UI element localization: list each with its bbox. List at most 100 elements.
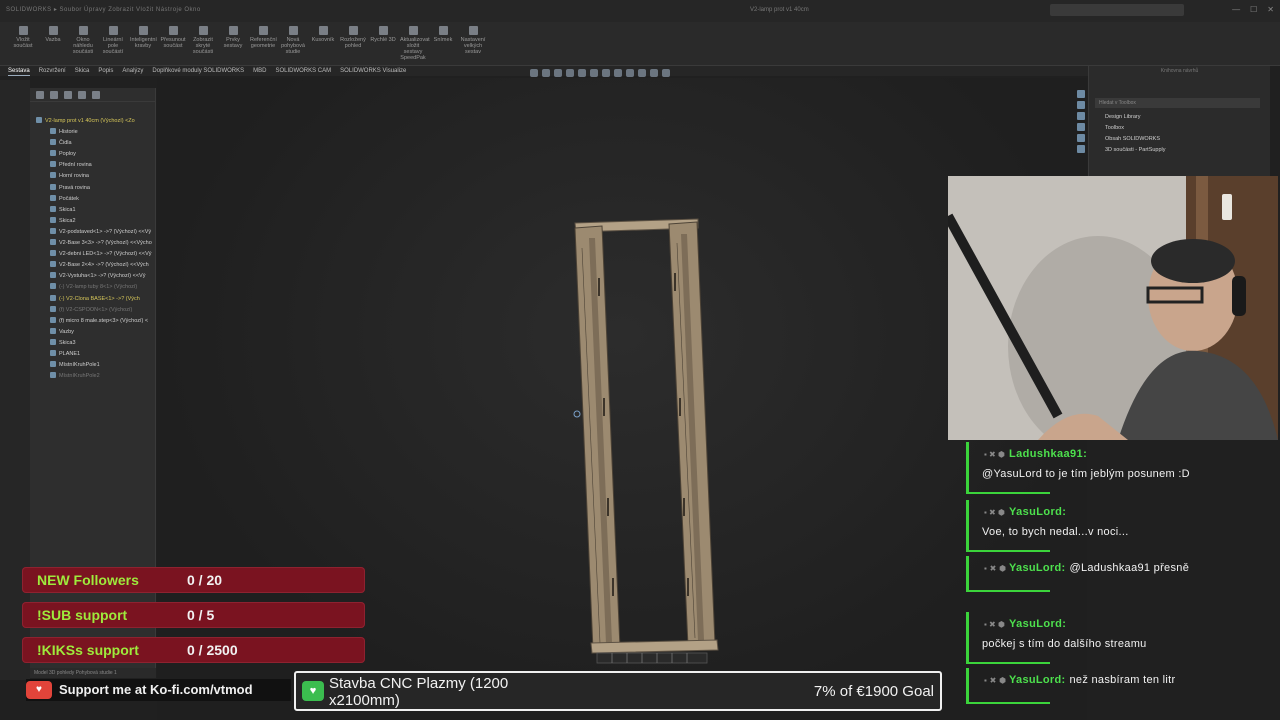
view-orientation-icon[interactable] xyxy=(578,69,586,77)
design-library-item[interactable]: Toolbox xyxy=(1089,123,1270,134)
feature-tree-item[interactable]: V2-podstaved<1> ->? (Výchozí) <<Vý xyxy=(30,227,155,238)
feature-tree-item[interactable]: Skica3 xyxy=(30,338,155,349)
feature-tree-item[interactable]: PLANE1 xyxy=(30,349,155,360)
property-manager-icon[interactable] xyxy=(50,91,58,99)
ribbon-tool[interactable]: Nastavení velkých sestav xyxy=(460,26,486,58)
ribbon-tool[interactable]: Rozložený pohled xyxy=(340,26,366,58)
feature-tree-item[interactable]: Pravá rovina xyxy=(30,183,155,194)
appearances-icon[interactable] xyxy=(1077,134,1085,142)
feature-tree-item[interactable]: MístníKruhPole2 xyxy=(30,371,155,382)
feature-tree-item[interactable]: Čidla xyxy=(30,138,155,149)
feature-icon xyxy=(50,372,56,379)
tab-8[interactable]: SOLIDWORKS Visualize xyxy=(340,66,406,76)
design-library-item[interactable]: Design Library xyxy=(1089,112,1270,123)
feature-label: V2-podstaved<1> ->? (Výchozí) <<Vý xyxy=(59,228,152,235)
minimize-icon[interactable]: — xyxy=(1232,5,1240,14)
ribbon-tool[interactable]: Kusovník xyxy=(310,26,336,58)
feature-tree-item[interactable]: Historie xyxy=(30,127,155,138)
previous-view-icon[interactable] xyxy=(554,69,562,77)
tab-3[interactable]: Popis xyxy=(98,66,113,76)
ribbon-tool[interactable]: Referenční geometrie xyxy=(250,26,277,58)
feature-tree-item[interactable]: (f) micro 8 male.step<3> (Výchozí) < xyxy=(30,316,155,327)
view-settings-icon[interactable] xyxy=(638,69,646,77)
ribbon-tool[interactable]: Snímek xyxy=(430,26,456,58)
file-explorer-icon[interactable] xyxy=(1077,112,1085,120)
feature-label: Čidla xyxy=(59,140,72,147)
ribbon-tool[interactable]: Přesunout součást xyxy=(160,26,186,58)
ribbon-tool[interactable]: Prvky sestavy xyxy=(220,26,246,58)
frame-base xyxy=(596,652,708,664)
design-library-item[interactable]: 3D součásti - PartSupply xyxy=(1089,145,1270,156)
menu-bar[interactable]: SOLIDWORKS ▸ Soubor Úpravy Zobrazit Vlož… xyxy=(6,6,201,13)
ribbon-tool[interactable]: Lineární pole součástí xyxy=(100,26,126,58)
ribbon-tool[interactable]: Vazba xyxy=(40,26,66,58)
feature-icon xyxy=(50,172,56,179)
tool-icon xyxy=(468,26,478,35)
feature-tree-item[interactable]: V2-lamp prot v1 40cm (Výchozí) <Zo xyxy=(30,116,155,127)
view-palette-icon[interactable] xyxy=(1077,123,1085,131)
dim-xpert-icon[interactable] xyxy=(78,91,86,99)
feature-icon xyxy=(50,261,56,268)
feature-tree-item[interactable]: Přední rovina xyxy=(30,160,155,171)
feature-tree-item[interactable]: MístníKruhPole1 xyxy=(30,360,155,371)
ribbon-tool[interactable]: Inteligentní kravby xyxy=(130,26,157,58)
feature-tree-item[interactable]: Skica1 xyxy=(30,205,155,216)
zoom-fit-icon[interactable] xyxy=(530,69,538,77)
tab-0[interactable]: Sestava xyxy=(8,66,30,76)
feature-tree-item[interactable]: V2-debni LED<1> ->? (Výchozí) <<Vý xyxy=(30,249,155,260)
chat-header: ▪ ✖ ⬢ YasuLord: xyxy=(984,618,1066,630)
chat-username[interactable]: YasuLord: xyxy=(1009,618,1066,630)
maximize-icon[interactable]: ☐ xyxy=(1250,5,1257,14)
ribbon-tool[interactable]: Zobrazit skryté součásti xyxy=(190,26,216,58)
feature-tree-item[interactable]: V2-Base 2<4> ->? (Výchozí) <<Vých xyxy=(30,260,155,271)
feature-icon xyxy=(50,194,56,201)
edit-appearance-icon[interactable] xyxy=(614,69,622,77)
ribbon-tool[interactable]: Vložit součást xyxy=(10,26,36,58)
custom-properties-icon[interactable] xyxy=(1077,145,1085,153)
feature-icon xyxy=(50,361,56,368)
chat-username[interactable]: YasuLord: xyxy=(1009,562,1066,574)
resources-icon[interactable] xyxy=(1077,90,1085,98)
display-manager-icon[interactable] xyxy=(92,91,100,99)
feature-tree-item[interactable]: V2-Vystuha<1> ->? (Výchozí) <<Vý xyxy=(30,271,155,282)
scene-icon[interactable] xyxy=(626,69,634,77)
bottom-tabs[interactable]: Model 3D pohledy Pohybová studie 1 xyxy=(30,668,156,678)
tab-7[interactable]: SOLIDWORKS CAM xyxy=(275,66,331,76)
configuration-manager-icon[interactable] xyxy=(64,91,72,99)
close-icon[interactable]: ✕ xyxy=(1267,5,1274,14)
design-library-item[interactable]: Obsah SOLIDWORKS xyxy=(1089,134,1270,145)
feature-manager-icon[interactable] xyxy=(36,91,44,99)
feature-tree-item[interactable]: Poploy xyxy=(30,149,155,160)
design-library-icon[interactable] xyxy=(1077,101,1085,109)
chat-accent-line xyxy=(966,668,969,704)
feature-tree-item[interactable]: (-) V2-Clona BASE<1> ->? (Vých xyxy=(30,294,155,305)
display-style-icon[interactable] xyxy=(590,69,598,77)
toolbox-search[interactable]: Hledat v Toolbox xyxy=(1095,98,1260,108)
chat-username[interactable]: Ladushkaa91: xyxy=(1009,448,1087,460)
search-box[interactable] xyxy=(1050,4,1184,16)
hide-show-icon[interactable] xyxy=(602,69,610,77)
tab-2[interactable]: Skica xyxy=(75,66,90,76)
tab-1[interactable]: Rozvržení xyxy=(39,66,66,76)
feature-tree-item[interactable]: Horní rovina xyxy=(30,171,155,182)
tab-6[interactable]: MBD xyxy=(253,66,266,76)
tool-icon xyxy=(48,26,58,35)
tab-4[interactable]: Analýzy xyxy=(122,66,143,76)
chat-username[interactable]: YasuLord: xyxy=(1009,674,1066,686)
tab-5[interactable]: Doplňkové moduly SOLIDWORKS xyxy=(152,66,244,76)
zoom-area-icon[interactable] xyxy=(542,69,550,77)
feature-tree-item[interactable]: (f) V2-CSPOON<1> (Výchozí) xyxy=(30,305,155,316)
feature-tree-item[interactable]: V2-Base 3<3> ->? (Výchozí) <<Výcho xyxy=(30,238,155,249)
monitor-icon[interactable] xyxy=(662,69,670,77)
ribbon-tool[interactable]: Aktualizovat složit sestavy SpeedPak xyxy=(400,26,430,61)
feature-tree-item[interactable]: Skica2 xyxy=(30,216,155,227)
ribbon-tool[interactable]: Rychlé 3D xyxy=(370,26,396,58)
feature-tree-item[interactable]: Vazby xyxy=(30,327,155,338)
feature-tree-item[interactable]: Počátek xyxy=(30,194,155,205)
section-view-icon[interactable] xyxy=(566,69,574,77)
ribbon-tool[interactable]: Nová pohybová studie xyxy=(280,26,306,58)
display-pane-icon[interactable] xyxy=(650,69,658,77)
chat-username[interactable]: YasuLord: xyxy=(1009,506,1066,518)
feature-tree-item[interactable]: (-) V2-lamp tuby 8<1> (Výchozí) xyxy=(30,282,155,293)
ribbon-tool[interactable]: Okno náhledu součásti xyxy=(70,26,96,58)
